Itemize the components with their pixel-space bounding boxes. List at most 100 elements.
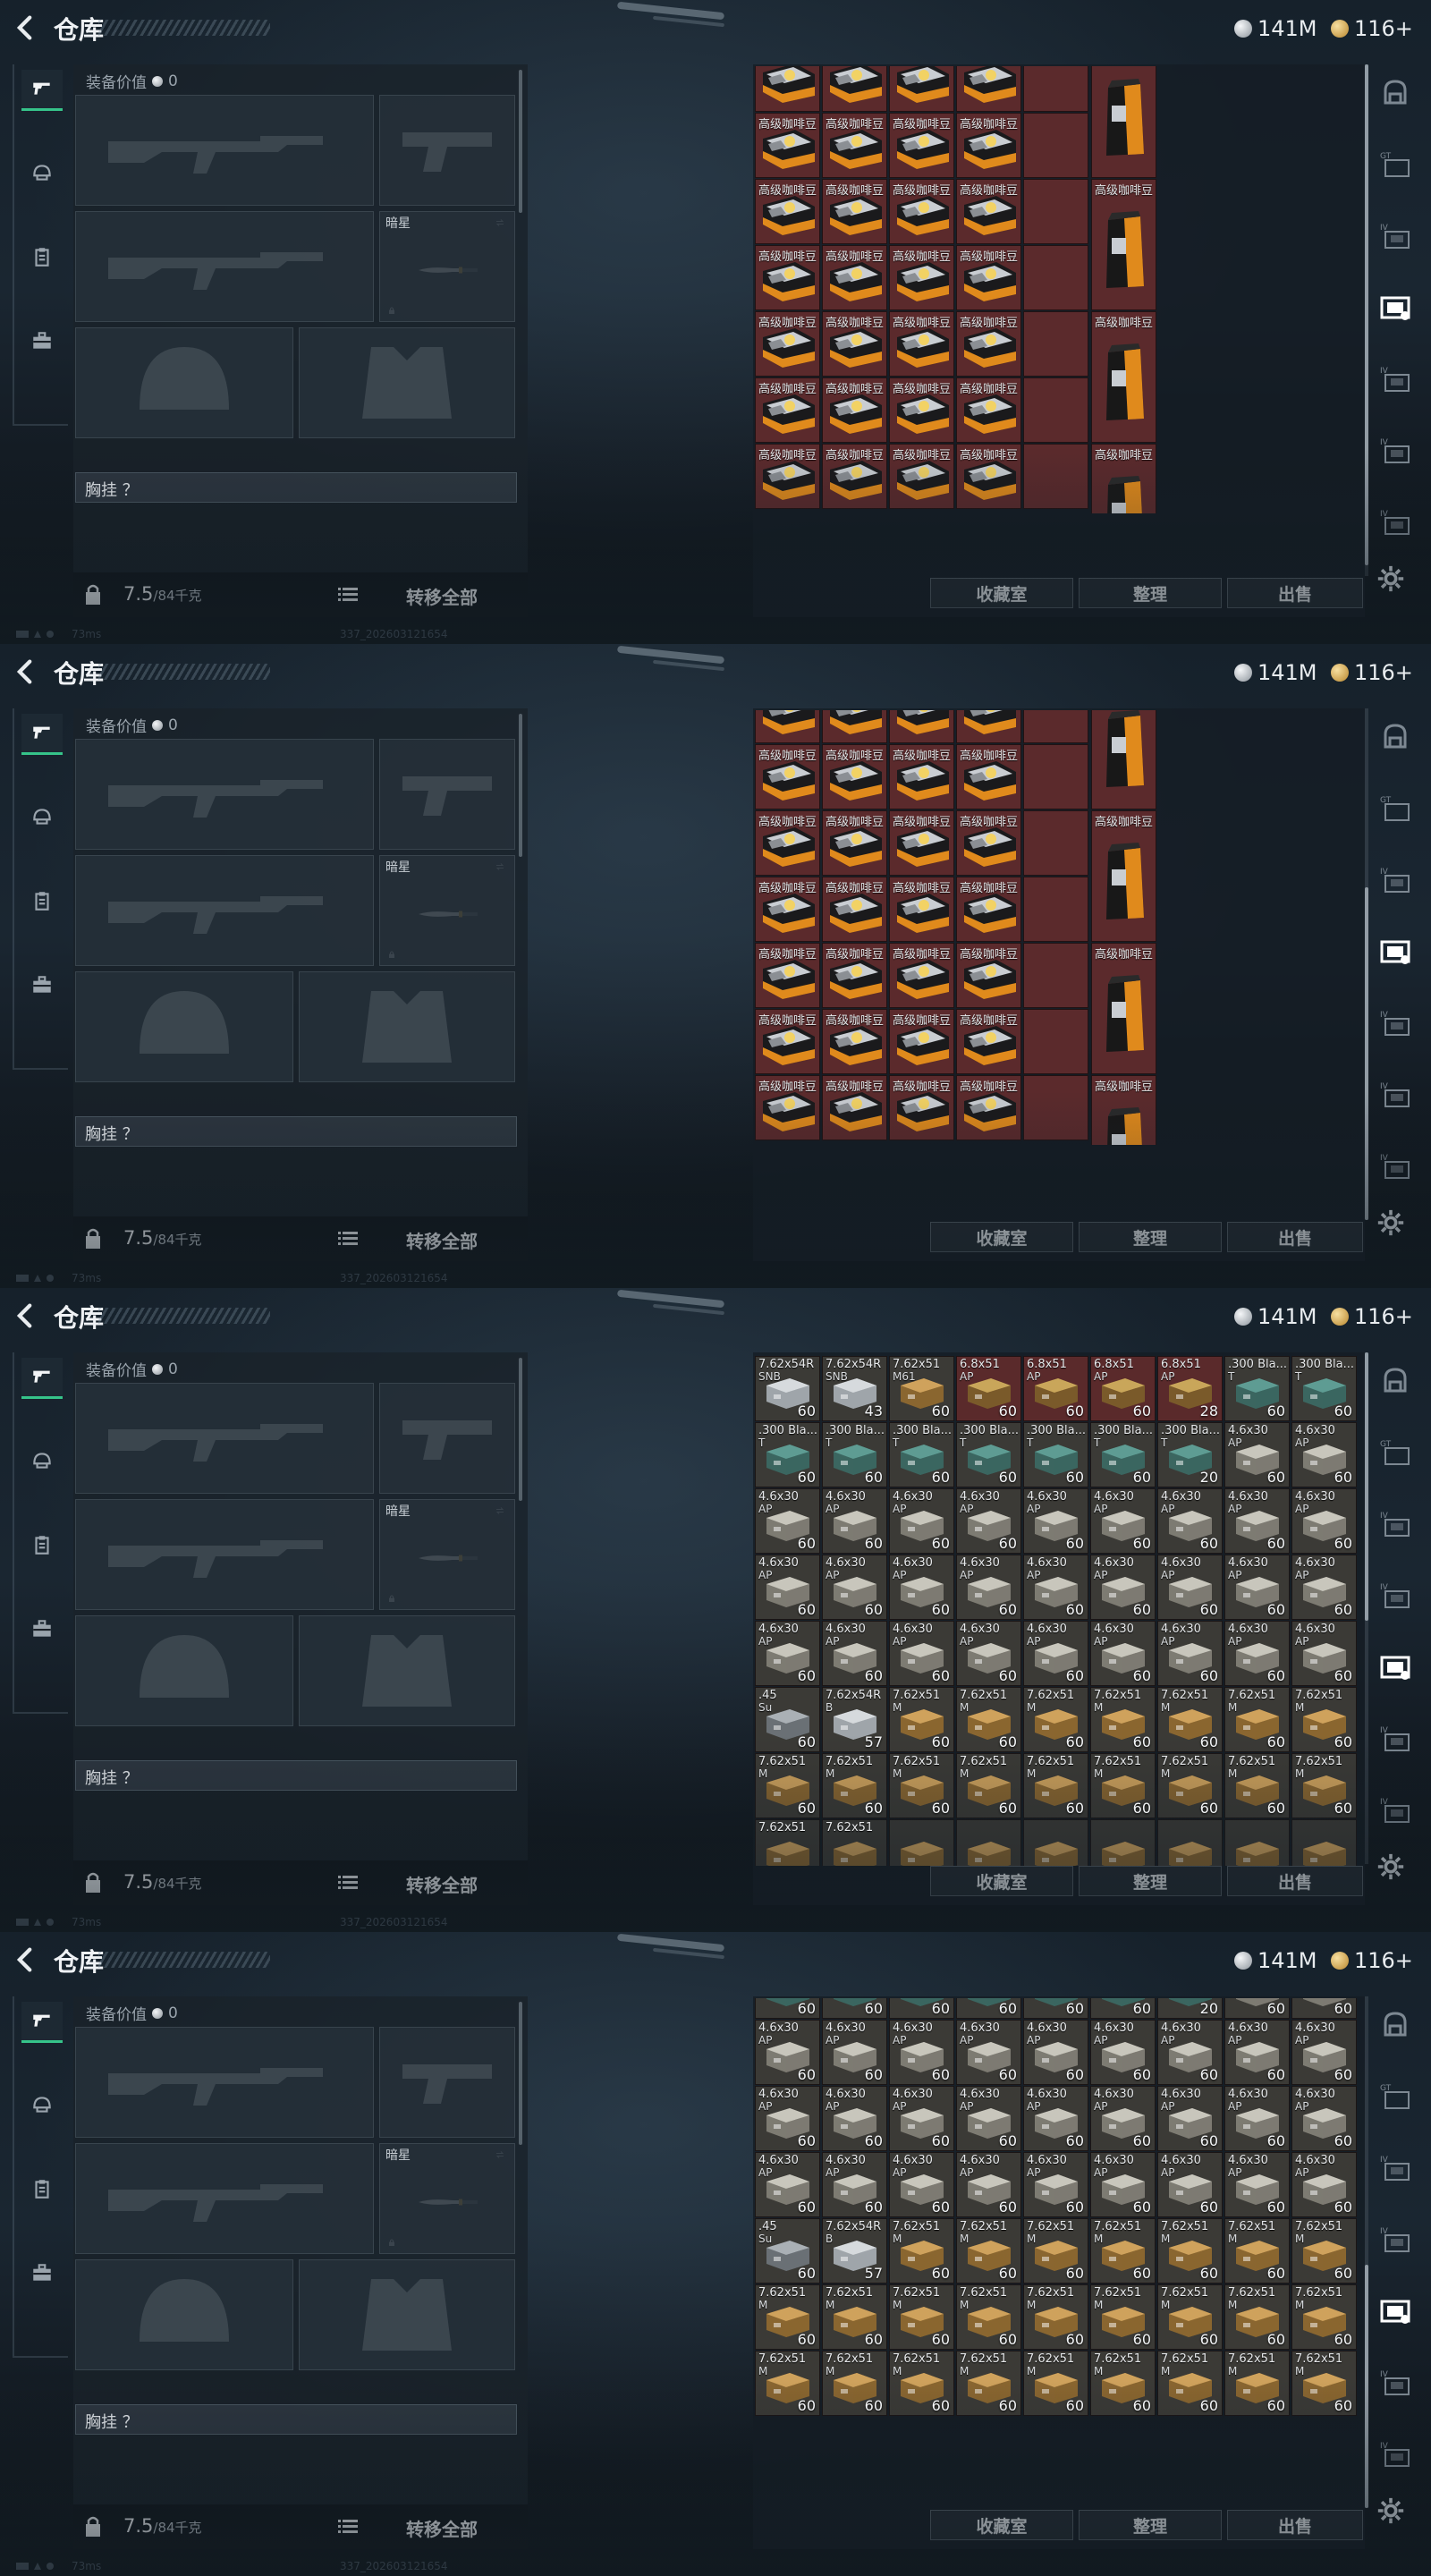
ammo-item[interactable]: 4.6x30 AP 60	[1157, 1621, 1223, 1686]
ammo-item[interactable]: 7.62x51 M61 60	[889, 1356, 954, 1421]
ammo-item[interactable]: .300 Bla... T 20	[1157, 1422, 1223, 1487]
ammo-item[interactable]: 20	[1157, 1998, 1223, 2019]
list-icon[interactable]	[338, 1231, 358, 1247]
ammo-item[interactable]: 4.6x30 AP 60	[822, 2020, 887, 2085]
scrollbar[interactable]	[519, 1358, 522, 1501]
ammo-item[interactable]: 4.6x30 AP 60	[822, 1621, 887, 1686]
ammo-item[interactable]: 7.62x51 M 60	[1224, 1687, 1290, 1752]
ammo-item[interactable]: 4.6x30 AP 60	[889, 1488, 954, 1554]
ammo-item[interactable]: .300 Bla... T 60	[822, 1422, 887, 1487]
ammo-item[interactable]: 4.6x30 AP 60	[1291, 1488, 1357, 1554]
ammo-item[interactable]: 7.62x51 M 60	[889, 2284, 954, 2350]
ammo-item[interactable]: 7.62x51 M 60	[822, 2284, 887, 2350]
ammo-item[interactable]: 7.62x51 M 60	[1291, 2351, 1357, 2416]
ammo-item[interactable]: 4.6x30 AP 60	[755, 2020, 820, 2085]
container-tab[interactable]	[1376, 288, 1415, 327]
ammo-item[interactable]: 7.62x51 M 60	[822, 1753, 887, 1818]
ammo-item[interactable]: 4.6x30 AP 60	[889, 2020, 954, 2085]
tab-clipboard[interactable]	[21, 238, 63, 279]
coffee-bean-item[interactable]: 高级咖啡豆	[956, 710, 1021, 743]
ammo-item[interactable]: .300 Bla... T 60	[956, 1422, 1021, 1487]
ammo-item[interactable]: 4.6x30 AP 60	[1157, 1555, 1223, 1620]
coffee-bean-item[interactable]: 高级咖啡豆	[822, 1009, 887, 1074]
ammo-item[interactable]: 6.8x51 AP 28	[1157, 1356, 1223, 1421]
coffee-bean-item[interactable]: 高级咖啡豆	[755, 245, 820, 310]
tab-clipboard[interactable]	[21, 2170, 63, 2211]
coffee-bean-item[interactable]: 高级咖啡豆	[822, 245, 887, 310]
ammo-item[interactable]: 4.6x30 AP 60	[1291, 1621, 1357, 1686]
coffee-bean-item[interactable]: 高级咖啡豆	[956, 877, 1021, 942]
lock-icon[interactable]	[84, 583, 102, 605]
ammo-item[interactable]	[1090, 1819, 1156, 1866]
ammo-item[interactable]: 4.6x30 AP 60	[889, 1555, 954, 1620]
ammo-item[interactable]: 7.62x51 M 60	[1224, 1753, 1290, 1818]
container-tab[interactable]: IV	[1376, 503, 1415, 542]
swap-icon[interactable]	[491, 1504, 509, 1518]
tab-helmet[interactable]	[21, 2086, 63, 2127]
ammo-item[interactable]: 4.6x30 AP 60	[1291, 2020, 1357, 2085]
ammo-item[interactable]: 7.62x51 M 60	[1023, 2351, 1088, 2416]
ammo-item[interactable]: 4.6x30 AP 60	[822, 1488, 887, 1554]
ammo-item[interactable]: 7.62x51 M 60	[1090, 2218, 1156, 2284]
tab-clipboard[interactable]	[21, 882, 63, 923]
ammo-item[interactable]: 4.6x30 AP 60	[956, 1488, 1021, 1554]
tab-briefcase[interactable]	[21, 966, 63, 1007]
ammo-item[interactable]: 7.62x51 M 60	[956, 1753, 1021, 1818]
ammo-item[interactable]: 4.6x30 AP 60	[1224, 2020, 1290, 2085]
ammo-item[interactable]: .300 Bla... T 60	[1023, 1422, 1088, 1487]
coffee-bean-item[interactable]: 高级咖啡豆	[755, 66, 820, 112]
coffee-bean-item[interactable]: 高级咖啡豆	[889, 943, 954, 1008]
container-tab[interactable]: IV	[1376, 2148, 1415, 2188]
ammo-item[interactable]: 7.62x51 M 60	[1090, 1687, 1156, 1752]
coffee-bean-item[interactable]: 高级咖啡豆	[822, 444, 887, 509]
primary-weapon-slot[interactable]	[75, 739, 374, 850]
lock-icon[interactable]	[84, 2515, 102, 2537]
ammo-item[interactable]: 7.62x51 M 60	[889, 2351, 954, 2416]
melee-slot[interactable]: 暗星	[379, 855, 515, 966]
ammo-item[interactable]: .300 Bla... T 60	[1090, 1422, 1156, 1487]
container-tab[interactable]: IV	[1376, 860, 1415, 900]
coffee-bean-bag-item[interactable]: 高级咖啡豆	[1091, 943, 1156, 1074]
coffee-bean-bag-item[interactable]: 高级咖啡豆	[1091, 1075, 1156, 1145]
coffee-bean-item[interactable]: 高级咖啡豆	[822, 66, 887, 112]
ammo-item[interactable]: 7.62x51 M 60	[1023, 1753, 1088, 1818]
ammo-item[interactable]: 60	[1090, 1998, 1156, 2019]
coffee-bean-item[interactable]: 高级咖啡豆	[956, 810, 1021, 876]
ammo-item[interactable]: 7.62x51	[822, 1819, 887, 1866]
coffee-bean-item[interactable]: 高级咖啡豆	[956, 245, 1021, 310]
tab-helmet[interactable]	[21, 154, 63, 195]
container-tab[interactable]: IV	[1376, 216, 1415, 256]
melee-slot[interactable]: 暗星	[379, 211, 515, 322]
back-button[interactable]	[11, 13, 47, 45]
ammo-item[interactable]: 7.62x51 M 60	[822, 2351, 887, 2416]
ammo-item[interactable]: 60	[889, 1998, 954, 2019]
coffee-bean-item[interactable]: 高级咖啡豆	[755, 1075, 820, 1140]
ammo-item[interactable]: 7.62x51 M 60	[1157, 1753, 1223, 1818]
coffee-bean-bag-item[interactable]: 高级咖啡豆	[1091, 311, 1156, 443]
coffee-bean-item[interactable]: 高级咖啡豆	[956, 943, 1021, 1008]
container-tab[interactable]: IV	[1376, 2435, 1415, 2474]
container-tab[interactable]: IV	[1376, 1075, 1415, 1114]
coffee-bean-bag-item[interactable]: 高级咖啡豆	[1091, 444, 1156, 513]
helmet-slot[interactable]	[75, 2259, 293, 2370]
ammo-item[interactable]: 4.6x30 AP 60	[1291, 1555, 1357, 1620]
coffee-bean-item[interactable]: 高级咖啡豆	[889, 1075, 954, 1140]
ammo-item[interactable]: 4.6x30 AP 60	[1023, 1621, 1088, 1686]
transfer-all-button[interactable]: 转移全部	[406, 1227, 478, 1253]
ammo-item[interactable]: .300 Bla... T 60	[1224, 1356, 1290, 1421]
armor-slot[interactable]	[299, 971, 515, 1082]
ammo-item[interactable]: 7.62x51 M 60	[1157, 2218, 1223, 2284]
list-icon[interactable]	[338, 1875, 358, 1891]
lock-icon[interactable]	[84, 1871, 102, 1893]
ammo-item[interactable]: 7.62x51 M 60	[1090, 2284, 1156, 2350]
container-tab[interactable]: IV	[1376, 431, 1415, 470]
ammo-item[interactable]: 60	[755, 1998, 820, 2019]
ammo-item[interactable]: 7.62x51 M 60	[956, 2218, 1021, 2284]
silver-currency[interactable]: 141M	[1234, 16, 1317, 41]
secondary-weapon-slot[interactable]	[75, 211, 374, 322]
coffee-bean-item[interactable]: 高级咖啡豆	[755, 113, 820, 178]
chest-rig-slot[interactable]: 胸挂 ？	[75, 1116, 517, 1147]
swap-icon[interactable]	[491, 860, 509, 874]
primary-weapon-slot[interactable]	[75, 2027, 374, 2138]
ammo-item[interactable]: .300 Bla... T 60	[755, 1422, 820, 1487]
